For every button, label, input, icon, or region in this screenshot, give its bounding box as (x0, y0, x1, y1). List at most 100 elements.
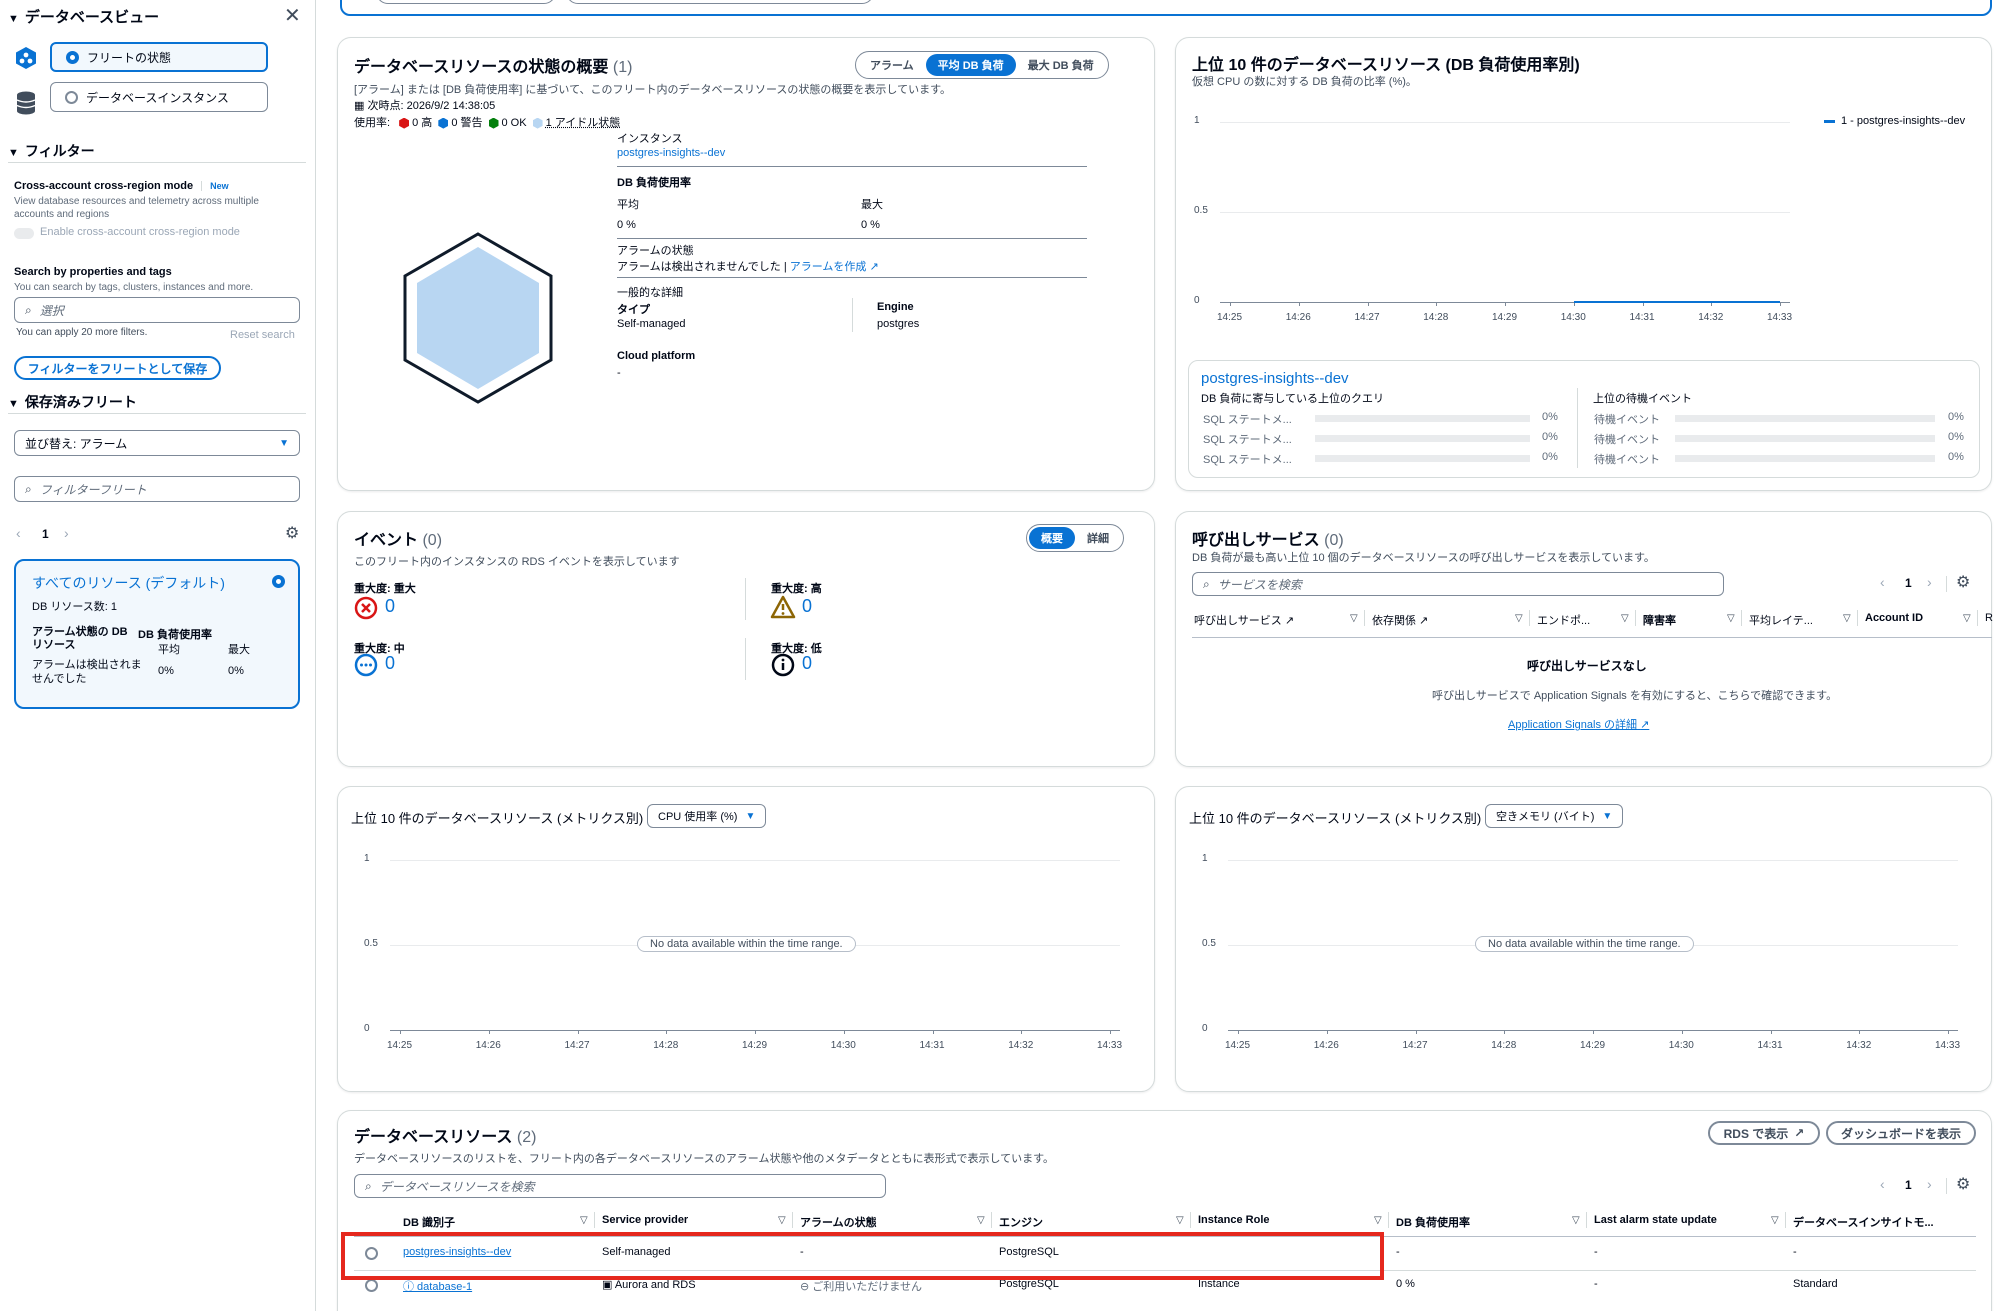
x-tick-label: 14:32 (1008, 1040, 1034, 1051)
view-dashboard-button[interactable]: ダッシュボードを表示 (1826, 1121, 1976, 1145)
x-tick (1948, 1030, 1949, 1034)
column-header[interactable]: Instance Role (1198, 1214, 1270, 1226)
filter-icon[interactable]: ▽ (1572, 1215, 1580, 1226)
no-data-badge: No data available within the time range. (637, 936, 856, 952)
segment-summary[interactable]: 概要 (1029, 527, 1075, 549)
low-count[interactable]: 0 (802, 653, 812, 674)
caret-down-icon: ▼ (8, 147, 19, 159)
medium-count[interactable]: 0 (385, 653, 395, 674)
column-header[interactable]: Account ID (1865, 612, 1923, 624)
filter-icon[interactable]: ▽ (1350, 613, 1358, 624)
health-hexagon[interactable] (398, 230, 558, 406)
prev-page-icon[interactable]: ‹ (1880, 1176, 1885, 1192)
column-header[interactable]: 障害率 (1643, 612, 1676, 628)
fleet-card-avg-label: 平均 (158, 644, 180, 656)
filter-icon[interactable]: ▽ (778, 1215, 786, 1226)
fleet-filter-input[interactable]: ⌕ フィルターフリート (14, 476, 300, 502)
high-count[interactable]: 0 (802, 596, 812, 617)
filter-icon[interactable]: ▽ (1374, 1215, 1382, 1226)
view-in-rds-button[interactable]: RDS で表示 ↗ (1708, 1121, 1820, 1145)
callers-page-number[interactable]: 1 (1905, 576, 1912, 590)
fleet-card[interactable]: すべてのリソース (デフォルト) DB リソース数: 1 アラーム状態の DB … (14, 559, 300, 709)
column-header[interactable]: エンジン (999, 1214, 1043, 1230)
filter-icon[interactable]: ▽ (977, 1215, 985, 1226)
legend-label: 0 警告 (451, 117, 483, 129)
no-data-badge: No data available within the time range. (1475, 936, 1694, 952)
series-line (1573, 301, 1780, 303)
page-number[interactable]: 1 (42, 527, 49, 541)
fleet-card-col-load: DB 負荷使用率 (138, 629, 212, 641)
table-cell[interactable]: ⓘ database-1 (403, 1278, 472, 1294)
top-banner-control[interactable] (376, 0, 556, 4)
legend-label: 0 高 (412, 117, 433, 129)
metric-left-chart: 1 0.5 0 14:25 14:26 14:27 14:28 14:29 14:30 14:31… (360, 848, 1140, 1068)
segment-detail[interactable]: 詳細 (1075, 527, 1121, 549)
column-header[interactable]: Last alarm state update (1594, 1214, 1717, 1226)
top10-instance-link[interactable]: postgres-insights--dev (1201, 370, 1349, 387)
gridline (390, 860, 1120, 861)
instance-link[interactable]: postgres-insights--dev (617, 147, 725, 159)
filter-icon[interactable]: ▽ (1515, 613, 1523, 624)
cross-account-toggle[interactable] (14, 228, 34, 239)
tab-database-instances[interactable]: データベースインスタンス (50, 82, 268, 112)
filter-icon[interactable]: ▽ (1727, 613, 1735, 624)
filter-icon[interactable]: ▽ (1621, 613, 1629, 624)
column-header[interactable]: 呼び出しサービス ↗ (1194, 612, 1294, 628)
column-header[interactable]: R (1985, 612, 1993, 624)
resources-page-number[interactable]: 1 (1905, 1178, 1912, 1192)
filter-icon[interactable]: ▽ (580, 1215, 588, 1226)
segment-avg-load[interactable]: 平均 DB 負荷 (925, 54, 1016, 76)
column-separator (1364, 610, 1365, 626)
metric-left-select[interactable]: CPU 使用率 (%) ▼ (647, 804, 767, 828)
next-page-icon[interactable]: › (1927, 1176, 1932, 1192)
row-select-radio[interactable] (365, 1279, 378, 1292)
top-banner-control-2[interactable] (566, 0, 874, 4)
close-icon[interactable]: ✕ (284, 3, 301, 28)
metric-right-chart: 1 0.5 0 14:25 14:26 14:27 14:28 14:29 14:30 14:31… (1198, 848, 1978, 1068)
service-search-input[interactable]: ⌕ サービスを検索 (1192, 572, 1724, 596)
filter-icon[interactable]: ▽ (1843, 613, 1851, 624)
segment-alarm[interactable]: アラーム (858, 54, 926, 76)
sidebar-title[interactable]: ▼ データベースビュー (8, 6, 159, 27)
next-page-icon[interactable]: › (64, 525, 69, 541)
column-header[interactable]: エンドポ... (1537, 612, 1590, 628)
caret-down-icon: ▼ (279, 437, 289, 449)
column-header[interactable]: 平均レイテ... (1749, 612, 1813, 628)
critical-count[interactable]: 0 (385, 596, 395, 617)
wait-bar (1675, 415, 1935, 422)
application-signals-link[interactable]: Application Signals の詳細 ↗ (1508, 716, 1649, 732)
x-tick (1021, 1030, 1023, 1034)
tab-fleet-health[interactable]: フリートの状態 (50, 42, 268, 72)
column-header[interactable]: データベースインサイトモ... (1793, 1214, 1934, 1230)
column-separator (1388, 1212, 1389, 1228)
reset-search-link[interactable]: Reset search (230, 329, 295, 341)
save-filter-button[interactable]: フィルターをフリートとして保存 (14, 356, 221, 380)
settings-icon[interactable]: ⚙ (285, 523, 299, 543)
events-segmented-control: 概要 詳細 (1026, 524, 1124, 552)
filter-icon[interactable]: ▽ (1176, 1215, 1184, 1226)
column-header[interactable]: DB 識別子 (403, 1214, 455, 1230)
column-header[interactable]: アラームの状態 (800, 1214, 877, 1230)
external-link-icon: ↗ (1794, 1126, 1805, 1140)
metric-right-select[interactable]: 空きメモリ (バイト) ▼ (1485, 804, 1624, 828)
legend-swatch (1824, 119, 1835, 123)
filter-heading[interactable]: ▼ フィルター (8, 141, 95, 161)
sort-select[interactable]: 並び替え: アラーム ▼ (14, 430, 300, 456)
column-header[interactable]: Service provider (602, 1214, 688, 1226)
filter-icon[interactable]: ▽ (1963, 613, 1971, 624)
settings-icon[interactable]: ⚙ (1956, 1174, 1970, 1194)
hexagon-icon (488, 117, 499, 129)
column-header[interactable]: DB 負荷使用率 (1396, 1214, 1470, 1230)
property-search-input[interactable]: ⌕ 選択 (14, 297, 300, 323)
column-header[interactable]: 依存関係 ↗ (1372, 612, 1428, 628)
prev-page-icon[interactable]: ‹ (1880, 574, 1885, 590)
x-tick (1298, 302, 1300, 306)
resource-search-input[interactable]: ⌕ データベースリソースを検索 (354, 1174, 886, 1198)
filter-icon[interactable]: ▽ (1771, 1215, 1779, 1226)
saved-fleets-heading[interactable]: ▼ 保存済みフリート (8, 392, 137, 412)
segment-max-load[interactable]: 最大 DB 負荷 (1016, 54, 1106, 76)
settings-icon[interactable]: ⚙ (1956, 572, 1970, 592)
prev-page-icon[interactable]: ‹ (16, 525, 21, 541)
next-page-icon[interactable]: › (1927, 574, 1932, 590)
create-alarm-link[interactable]: アラームを作成 (790, 261, 867, 273)
